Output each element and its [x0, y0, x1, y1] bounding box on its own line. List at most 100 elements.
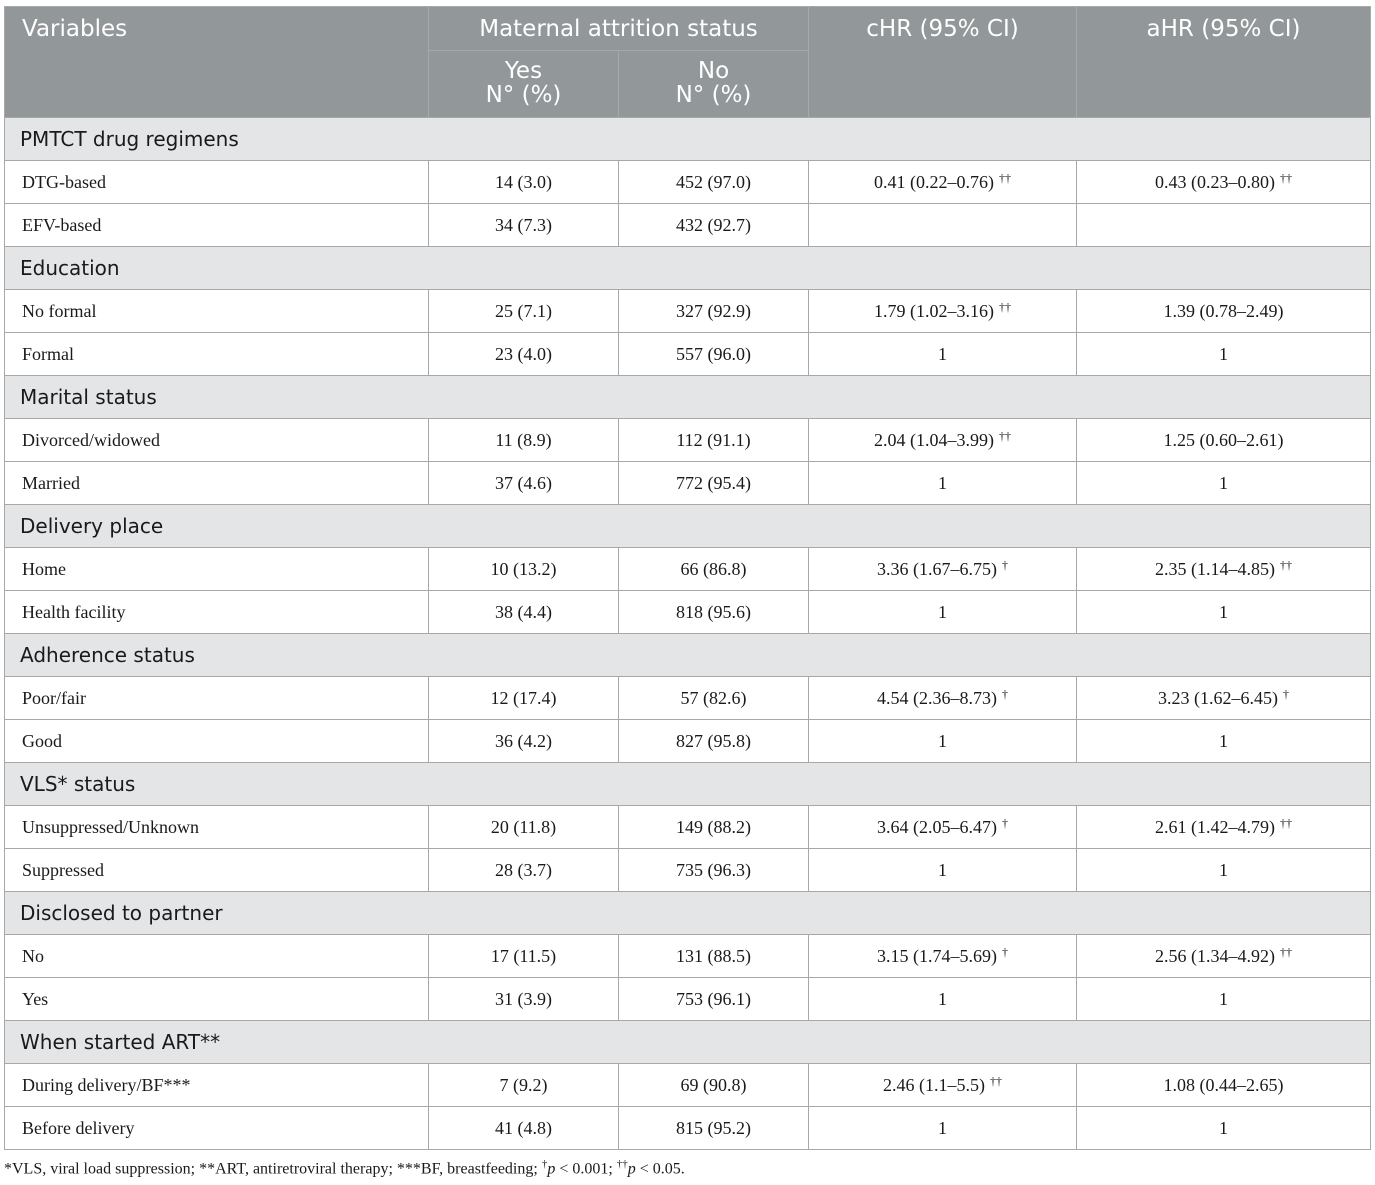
cell-chr: 3.36 (1.67–6.75) † [808, 547, 1077, 591]
significance-mark: † [1283, 687, 1289, 701]
cell-chr: 1 [808, 590, 1077, 634]
cell-ahr: 2.35 (1.14–4.85) †† [1076, 547, 1371, 591]
significance-mark: †† [1280, 558, 1292, 572]
ahr-value: 1 [1219, 859, 1228, 880]
row-label: Formal [4, 332, 429, 376]
ahr-value: 1 [1219, 988, 1228, 1009]
ahr-value: 1.08 (0.44–2.65) [1163, 1074, 1284, 1095]
cell-ahr: 1 [1076, 719, 1371, 763]
chr-value: 4.54 (2.36–8.73) [877, 688, 997, 708]
cell-no: 66 (86.8) [618, 547, 809, 591]
chr-value: 1 [938, 472, 947, 493]
cell-yes: 36 (4.2) [428, 719, 619, 763]
cell-ahr: 1 [1076, 461, 1371, 505]
cell-no: 753 (96.1) [618, 977, 809, 1021]
significance-mark: † [1002, 687, 1008, 701]
table-row: Good 36 (4.2) 827 (95.8) 1 1 [4, 719, 1371, 763]
group-row: PMTCT drug regimens [4, 117, 1371, 161]
footnote-vls: *VLS, viral load suppression; [4, 1160, 200, 1178]
cell-yes: 7 (9.2) [428, 1063, 619, 1107]
row-label: Health facility [4, 590, 429, 634]
cell-yes: 11 (8.9) [428, 418, 619, 462]
chr-value: 1 [938, 1117, 947, 1138]
table-row: Poor/fair 12 (17.4) 57 (82.6) 4.54 (2.36–8.… [4, 676, 1371, 720]
group-title: When started ART** [4, 1020, 1371, 1064]
cell-no: 327 (92.9) [618, 289, 809, 333]
table-row: Before delivery 41 (4.8) 815 (95.2) 1 1 [4, 1106, 1371, 1150]
row-label: Suppressed [4, 848, 429, 892]
ahr-value: 1 [1219, 472, 1228, 493]
cell-no: 57 (82.6) [618, 676, 809, 720]
header-no-label: No [697, 58, 730, 84]
cell-chr: 0.41 (0.22–0.76) †† [808, 160, 1077, 204]
group-title: VLS* status [4, 762, 1371, 806]
cell-chr: 3.64 (2.05–6.47) † [808, 805, 1077, 849]
cell-ahr: 1.39 (0.78–2.49) [1076, 289, 1371, 333]
group-row: Education [4, 246, 1371, 290]
chr-value: 3.15 (1.74–5.69) [877, 946, 997, 966]
cell-yes: 28 (3.7) [428, 848, 619, 892]
significance-mark: †† [1280, 816, 1292, 830]
row-label: Unsuppressed/Unknown [4, 805, 429, 849]
chr-value: 2.46 (1.1–5.5) [883, 1075, 985, 1095]
row-label: During delivery/BF*** [4, 1063, 429, 1107]
footnote-p1: < 0.001; [555, 1160, 617, 1178]
ahr-value: 2.35 (1.14–4.85) [1155, 559, 1275, 579]
cell-no: 557 (96.0) [618, 332, 809, 376]
group-row: VLS* status [4, 762, 1371, 806]
group-title: Delivery place [4, 504, 1371, 548]
cell-ahr: 2.56 (1.34–4.92) †† [1076, 934, 1371, 978]
significance-mark: †† [999, 429, 1011, 443]
group-row: Marital status [4, 375, 1371, 419]
cell-ahr: 1 [1076, 590, 1371, 634]
header-ahr: aHR (95% CI) [1076, 6, 1371, 118]
table-row: Married 37 (4.6) 772 (95.4) 1 1 [4, 461, 1371, 505]
header-yes-unit: N° (%) [485, 82, 562, 108]
table-row: No 17 (11.5) 131 (88.5) 3.15 (1.74–5.69) † 2.… [4, 934, 1371, 978]
cell-no: 452 (97.0) [618, 160, 809, 204]
ahr-value: 1 [1219, 601, 1228, 622]
significance-mark: † [1002, 558, 1008, 572]
table-row: Formal 23 (4.0) 557 (96.0) 1 1 [4, 332, 1371, 376]
row-label: Home [4, 547, 429, 591]
header-yes-label: Yes [504, 58, 543, 84]
cell-no: 112 (91.1) [618, 418, 809, 462]
row-label: Poor/fair [4, 676, 429, 720]
cell-no: 432 (92.7) [618, 203, 809, 247]
cell-chr: 1 [808, 461, 1077, 505]
chr-value: 1 [938, 343, 947, 364]
chr-value: 1 [938, 859, 947, 880]
row-label: EFV-based [4, 203, 429, 247]
ahr-value: 2.61 (1.42–4.79) [1155, 817, 1275, 837]
results-table: Variables Maternal attrition status cHR … [4, 6, 1371, 1150]
row-label: Divorced/widowed [4, 418, 429, 462]
chr-value: 2.04 (1.04–3.99) [874, 430, 994, 450]
group-title: Adherence status [4, 633, 1371, 677]
cell-yes: 10 (13.2) [428, 547, 619, 591]
cell-yes: 31 (3.9) [428, 977, 619, 1021]
cell-yes: 34 (7.3) [428, 203, 619, 247]
ahr-value: 3.23 (1.62–6.45) [1158, 688, 1278, 708]
significance-mark: †† [1280, 171, 1292, 185]
table-footnote: *VLS, viral load suppression; **ART, ant… [4, 1158, 685, 1178]
cell-yes: 17 (11.5) [428, 934, 619, 978]
ahr-value: 1.39 (0.78–2.49) [1163, 300, 1284, 321]
cell-chr: 1.79 (1.02–3.16) †† [808, 289, 1077, 333]
significance-mark: †† [1280, 945, 1292, 959]
footnote-p2: < 0.05. [635, 1160, 685, 1178]
cell-yes: 38 (4.4) [428, 590, 619, 634]
cell-no: 735 (96.3) [618, 848, 809, 892]
header-no-unit: N° (%) [675, 82, 752, 108]
ahr-value: 1 [1219, 730, 1228, 751]
footnote-bf: ***BF, breastfeeding; [396, 1160, 542, 1178]
ahr-value: 1 [1219, 343, 1228, 364]
cell-yes: 41 (4.8) [428, 1106, 619, 1150]
significance-mark: †† [999, 300, 1011, 314]
cell-ahr [1076, 203, 1371, 247]
group-row: Delivery place [4, 504, 1371, 548]
cell-yes: 37 (4.6) [428, 461, 619, 505]
chr-value: 1 [938, 988, 947, 1009]
table-row: During delivery/BF*** 7 (9.2) 69 (90.8) 2.4… [4, 1063, 1371, 1107]
ahr-value: 1 [1219, 1117, 1228, 1138]
footnote-art: **ART, antiretroviral therapy; [199, 1160, 397, 1178]
